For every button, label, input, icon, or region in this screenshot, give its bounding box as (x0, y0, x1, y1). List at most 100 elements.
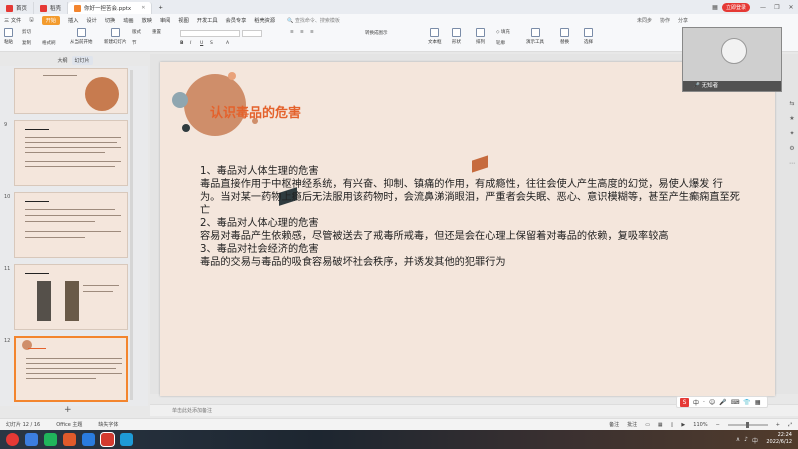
ime-toolbar[interactable]: S 中 · ☺ 🎤 ⌨ 👕 ▦ (676, 396, 768, 408)
menu-animation[interactable]: 动画 (123, 17, 133, 24)
menu-transition[interactable]: 切换 (105, 17, 115, 24)
maximize-icon[interactable]: ❐ (770, 4, 784, 11)
share-button[interactable]: 分享 (678, 17, 688, 24)
convert-smartart-button[interactable]: 转换成图示 (365, 30, 388, 36)
menu-home[interactable]: 开始 (41, 15, 61, 25)
file-menu[interactable]: 三 文件 (4, 17, 21, 24)
fill-button[interactable]: ◇ 填充 (496, 29, 510, 35)
more-icon[interactable]: ⋯ (789, 160, 795, 167)
new-slide-button[interactable]: 新建幻灯片 (104, 28, 127, 45)
collab-button[interactable]: 协作 (660, 17, 670, 24)
minimize-icon[interactable]: — (756, 4, 770, 11)
zoom-in-icon[interactable]: + (776, 422, 780, 428)
wps-taskbar-icon[interactable] (100, 432, 115, 447)
align-right-icon[interactable]: ≡ (310, 30, 314, 35)
tab-slides[interactable]: 幻灯片 (71, 55, 93, 65)
arrange-button[interactable]: 排列 (476, 28, 485, 45)
comment-toggle[interactable]: 批注 (627, 421, 637, 428)
reset-button[interactable]: 重置 (152, 29, 161, 35)
italic-icon[interactable]: I (190, 41, 191, 46)
volume-icon[interactable]: ♪ (744, 436, 748, 445)
thumbnail-scrollbar[interactable] (130, 70, 133, 400)
format-painter-button[interactable]: 格式刷 (42, 40, 56, 46)
meeting-icon[interactable] (82, 433, 95, 446)
strikethrough-icon[interactable]: S (210, 41, 213, 46)
font-name-select[interactable] (180, 30, 240, 37)
menu-review[interactable]: 审阅 (160, 17, 170, 24)
tray-expand-icon[interactable]: ∧ (736, 436, 740, 445)
sync-status[interactable]: 未同步 (637, 17, 652, 24)
menu-slideshow[interactable]: 放映 (142, 17, 152, 24)
ime-toolbox-icon[interactable]: ▦ (755, 399, 761, 406)
grid-icon[interactable]: ▦ (708, 4, 722, 11)
command-search[interactable]: 🔍 查找命令、搜索模板 (287, 17, 340, 24)
ime-voice-icon[interactable]: 🎤 (719, 399, 726, 406)
menu-insert[interactable]: 插入 (68, 17, 78, 24)
normal-view-icon[interactable]: ▭ (645, 422, 650, 428)
tab-home[interactable]: 首页 (0, 2, 35, 14)
tab-docer[interactable]: 稻壳 (34, 2, 69, 14)
cut-button[interactable]: 剪切 (22, 29, 31, 35)
app-icon[interactable] (120, 433, 133, 446)
close-icon[interactable]: ✕ (784, 4, 798, 11)
zoom-slider[interactable] (727, 421, 768, 428)
slide-thumbnail-9[interactable] (14, 120, 128, 186)
animation-icon[interactable]: ★ (789, 115, 794, 122)
select-button[interactable]: 选择 (584, 28, 593, 45)
current-slide[interactable]: 认识毒品的危害 1、毒品对人体生理的危害 毒品直接作用于中枢神经系统，有兴奋、抑… (160, 62, 775, 396)
start-app-icon[interactable] (6, 433, 19, 446)
paste-button[interactable]: 粘贴 (4, 28, 13, 45)
zoom-slider-thumb[interactable] (745, 421, 749, 428)
replace-button[interactable]: 替换 (560, 28, 569, 45)
ime-emoji-icon[interactable]: ☺ (709, 399, 715, 406)
ime-skin-icon[interactable]: 👕 (743, 399, 750, 406)
menu-design[interactable]: 设计 (86, 17, 96, 24)
theme-name[interactable]: Office 主题 (56, 421, 82, 428)
slide-thumbnail-11[interactable] (14, 264, 128, 330)
slide-title[interactable]: 认识毒品的危害 (210, 102, 301, 121)
webcam-overlay[interactable]: 🎤 无知者 (682, 27, 782, 92)
menu-docer-resources[interactable]: 稻壳资源 (254, 17, 275, 24)
app-g-icon[interactable] (63, 433, 76, 446)
input-language-icon[interactable]: 中 (752, 436, 758, 445)
outline-button[interactable]: 轮廓 (496, 40, 505, 46)
align-left-icon[interactable]: ≡ (290, 30, 294, 35)
zoom-out-icon[interactable]: − (716, 422, 720, 428)
tab-outline[interactable]: 大纲 (57, 57, 67, 64)
bold-icon[interactable]: B (180, 41, 183, 46)
sorter-view-icon[interactable]: ▦ (658, 422, 663, 428)
play-from-current-button[interactable]: 从当前开始 (70, 28, 93, 45)
zoom-level[interactable]: 110% (693, 422, 707, 428)
login-button[interactable]: 立即登录 (721, 2, 750, 12)
magic-icon[interactable]: ✦ (789, 130, 794, 137)
notes-toggle[interactable]: 备注 (609, 421, 619, 428)
menu-view[interactable]: 视图 (178, 17, 188, 24)
section-button[interactable]: 节 (132, 40, 137, 46)
property-icon[interactable]: ⇆ (789, 100, 794, 107)
menu-item-save-icon[interactable]: 🖫 (29, 16, 33, 25)
reading-view-icon[interactable]: ▯ (671, 422, 674, 428)
slide-thumbnail-8[interactable] (14, 68, 128, 114)
tab-document[interactable]: 你好一担苦会.pptx ✕ (68, 2, 153, 14)
slide-thumbnail-10[interactable] (14, 192, 128, 258)
wechat-icon[interactable] (44, 433, 57, 446)
clock[interactable]: 22:24 2022/6/12 (766, 432, 792, 446)
font-size-select[interactable] (242, 30, 262, 37)
slide-thumbnail-12-selected[interactable] (14, 336, 128, 402)
presentation-tools-button[interactable]: 演示工具 (526, 28, 544, 45)
ime-keyboard-icon[interactable]: ⌨ (731, 399, 740, 406)
menu-developer[interactable]: 开发工具 (197, 17, 218, 24)
play-slideshow-icon[interactable]: ▶ (681, 422, 685, 428)
ime-mode-label[interactable]: 中 (693, 398, 699, 407)
fit-window-icon[interactable]: ⤢ (788, 422, 792, 428)
layout-button[interactable]: 版式 (132, 29, 141, 35)
copy-button[interactable]: 复制 (22, 40, 31, 46)
add-slide-button[interactable]: + (64, 405, 72, 415)
underline-icon[interactable]: U (200, 41, 203, 46)
menu-member[interactable]: 会员专享 (226, 17, 247, 24)
new-tab-button[interactable]: + (152, 2, 169, 14)
slide-body-text[interactable]: 1、毒品对人体生理的危害 毒品直接作用于中枢神经系统，有兴奋、抑制、镇痛的作用，… (200, 165, 740, 269)
settings-icon[interactable]: ⚙ (789, 145, 794, 152)
shape-button[interactable]: 形状 (452, 28, 461, 45)
text-color-icon[interactable]: A (226, 41, 229, 46)
